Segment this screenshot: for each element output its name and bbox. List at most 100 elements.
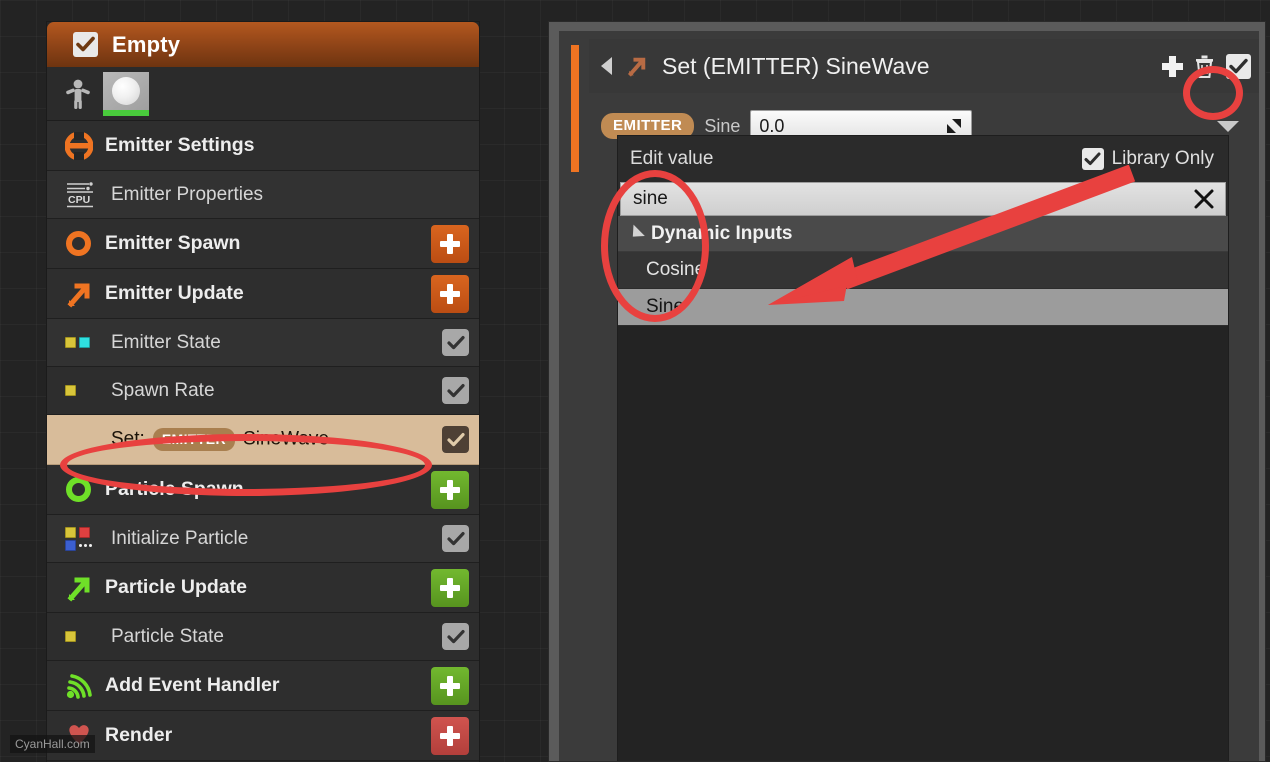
- add-module-button[interactable]: [431, 274, 469, 313]
- dropdown-title: Edit value: [630, 148, 714, 169]
- emitter-update-icon: [65, 280, 105, 308]
- screen-root: Empty Emitter Settings CPU Emitter Prope…: [0, 0, 1270, 762]
- sidebar-item-set-emitter-sinewave[interactable]: Set: EMITTER SineWave: [47, 415, 479, 465]
- sidebar-item-label: Render: [105, 724, 173, 746]
- sidebar-item-label: Emitter Properties: [111, 183, 264, 205]
- library-only-label: Library Only: [1111, 148, 1214, 169]
- module-yellow-icon: [65, 385, 105, 396]
- watermark: CyanHall.com: [10, 735, 95, 753]
- sidebar-item-label: Particle Update: [105, 576, 247, 598]
- emitter-enabled-checkbox[interactable]: [73, 32, 98, 57]
- add-event-handler-button[interactable]: [431, 666, 469, 705]
- emitter-thumbnail-row[interactable]: [47, 67, 479, 121]
- add-module-button[interactable]: [431, 224, 469, 263]
- plus-icon: [440, 283, 460, 304]
- page-title: Empty: [112, 31, 181, 57]
- person-icon: [66, 79, 90, 109]
- module-enabled-checkbox[interactable]: [442, 623, 469, 650]
- sidebar-item-emitter-update[interactable]: Emitter Update: [47, 269, 479, 319]
- add-renderer-button[interactable]: [431, 716, 469, 755]
- search-value: sine: [633, 188, 668, 209]
- sidebar-item-emitter-spawn[interactable]: Emitter Spawn: [47, 219, 479, 269]
- checkbox-checked-icon: [446, 629, 465, 643]
- sidebar-item-render[interactable]: Render: [47, 711, 479, 761]
- tree-group-dynamic-inputs[interactable]: Dynamic Inputs: [618, 216, 1228, 252]
- stack-header[interactable]: Empty: [47, 22, 479, 67]
- parameter-label: Sine: [704, 115, 741, 136]
- parameter-name-label: SineWave: [243, 428, 329, 450]
- sidebar-item-initialize-particle[interactable]: Initialize Particle: [47, 515, 479, 563]
- sidebar-item-add-event-handler[interactable]: Add Event Handler: [47, 661, 479, 711]
- trash-icon[interactable]: [1194, 54, 1215, 78]
- module-yellow-cyan-icon: [65, 337, 105, 348]
- event-handler-icon: [65, 672, 105, 700]
- sidebar-item-label: Set: EMITTER SineWave: [105, 428, 442, 451]
- drag-corner-icon[interactable]: [945, 117, 963, 135]
- module-enabled-checkbox[interactable]: [442, 377, 469, 404]
- selection-detail-panel: Set (EMITTER) SineWave EMITTER Sine 0.0 …: [548, 21, 1266, 762]
- sidebar-item-label: Add Event Handler: [105, 674, 280, 696]
- plus-icon: [440, 725, 460, 746]
- module-enabled-checkbox[interactable]: [1226, 53, 1251, 79]
- search-input[interactable]: sine: [620, 182, 1226, 216]
- checkbox-checked-icon: [446, 432, 465, 446]
- module-yellow-icon: [65, 631, 105, 642]
- node-header-actions: [1162, 53, 1251, 79]
- plus-icon: [440, 675, 460, 696]
- sidebar-item-label: Initialize Particle: [111, 527, 249, 549]
- plus-icon: [440, 233, 460, 254]
- tree-group-label: Dynamic Inputs: [651, 222, 793, 244]
- module-multicolor-icon: [65, 526, 105, 551]
- sidebar-item-particle-spawn[interactable]: Particle Spawn: [47, 465, 479, 515]
- sidebar-item-label: Emitter Settings: [105, 134, 255, 156]
- sidebar-item-label: Emitter Update: [105, 282, 244, 304]
- triangle-collapse-icon[interactable]: [601, 57, 612, 75]
- sphere-preview: [112, 76, 140, 105]
- module-accent-bar: [571, 45, 579, 172]
- checkbox-checked-icon: [76, 36, 95, 52]
- module-enabled-checkbox[interactable]: [442, 426, 469, 453]
- add-module-button[interactable]: [431, 568, 469, 607]
- sidebar-item-label: Spawn Rate: [111, 379, 215, 401]
- module-enabled-checkbox[interactable]: [442, 525, 469, 552]
- emitter-spawn-icon: [65, 230, 105, 257]
- sidebar-item-label: Emitter Spawn: [105, 232, 241, 254]
- checkbox-checked-icon: [446, 383, 465, 397]
- checkbox-checked-icon: [446, 531, 465, 545]
- module-node-header[interactable]: Set (EMITTER) SineWave: [589, 39, 1259, 93]
- sidebar-item-spawn-rate[interactable]: Spawn Rate: [47, 367, 479, 415]
- plus-icon: [440, 577, 460, 598]
- checkbox-checked-icon: [1084, 152, 1101, 165]
- svg-text:CPU: CPU: [68, 194, 90, 206]
- sidebar-item-label: Emitter State: [111, 331, 221, 353]
- set-prefix-label: Set:: [111, 428, 145, 450]
- sidebar-item-emitter-properties[interactable]: CPU Emitter Properties: [47, 171, 479, 219]
- list-item-cosine[interactable]: Cosine: [618, 252, 1228, 289]
- emitter-stack-panel: Empty Emitter Settings CPU Emitter Prope…: [46, 21, 480, 762]
- sphere-thumbnail[interactable]: [103, 71, 149, 116]
- checkbox-checked-icon: [1229, 58, 1248, 73]
- plus-icon[interactable]: [1162, 55, 1183, 77]
- sidebar-item-label: Particle State: [111, 625, 224, 647]
- checkbox-checked-icon: [446, 335, 465, 349]
- particle-spawn-icon: [65, 476, 105, 503]
- value-text: 0.0: [759, 115, 785, 136]
- close-x-icon[interactable]: [1193, 188, 1215, 210]
- sidebar-item-particle-state[interactable]: Particle State: [47, 613, 479, 661]
- namespace-badge: EMITTER: [152, 428, 236, 451]
- sidebar-item-particle-update[interactable]: Particle Update: [47, 563, 479, 613]
- particle-update-icon: [65, 574, 105, 602]
- library-only-toggle[interactable]: Library Only: [1081, 148, 1214, 170]
- add-module-button[interactable]: [431, 470, 469, 509]
- value-dropdown-button[interactable]: [1211, 120, 1245, 132]
- sidebar-item-label: Particle Spawn: [105, 478, 244, 500]
- chevron-down-icon: [1217, 120, 1239, 132]
- sidebar-item-emitter-settings[interactable]: Emitter Settings: [47, 121, 479, 171]
- plus-icon: [440, 479, 460, 500]
- module-title: Set (EMITTER) SineWave: [662, 52, 930, 79]
- library-only-checkbox[interactable]: [1081, 148, 1104, 170]
- sidebar-item-emitter-state[interactable]: Emitter State: [47, 319, 479, 367]
- triangle-expanded-icon[interactable]: [627, 224, 645, 243]
- module-enabled-checkbox[interactable]: [442, 329, 469, 356]
- list-item-sine[interactable]: Sine: [618, 289, 1228, 326]
